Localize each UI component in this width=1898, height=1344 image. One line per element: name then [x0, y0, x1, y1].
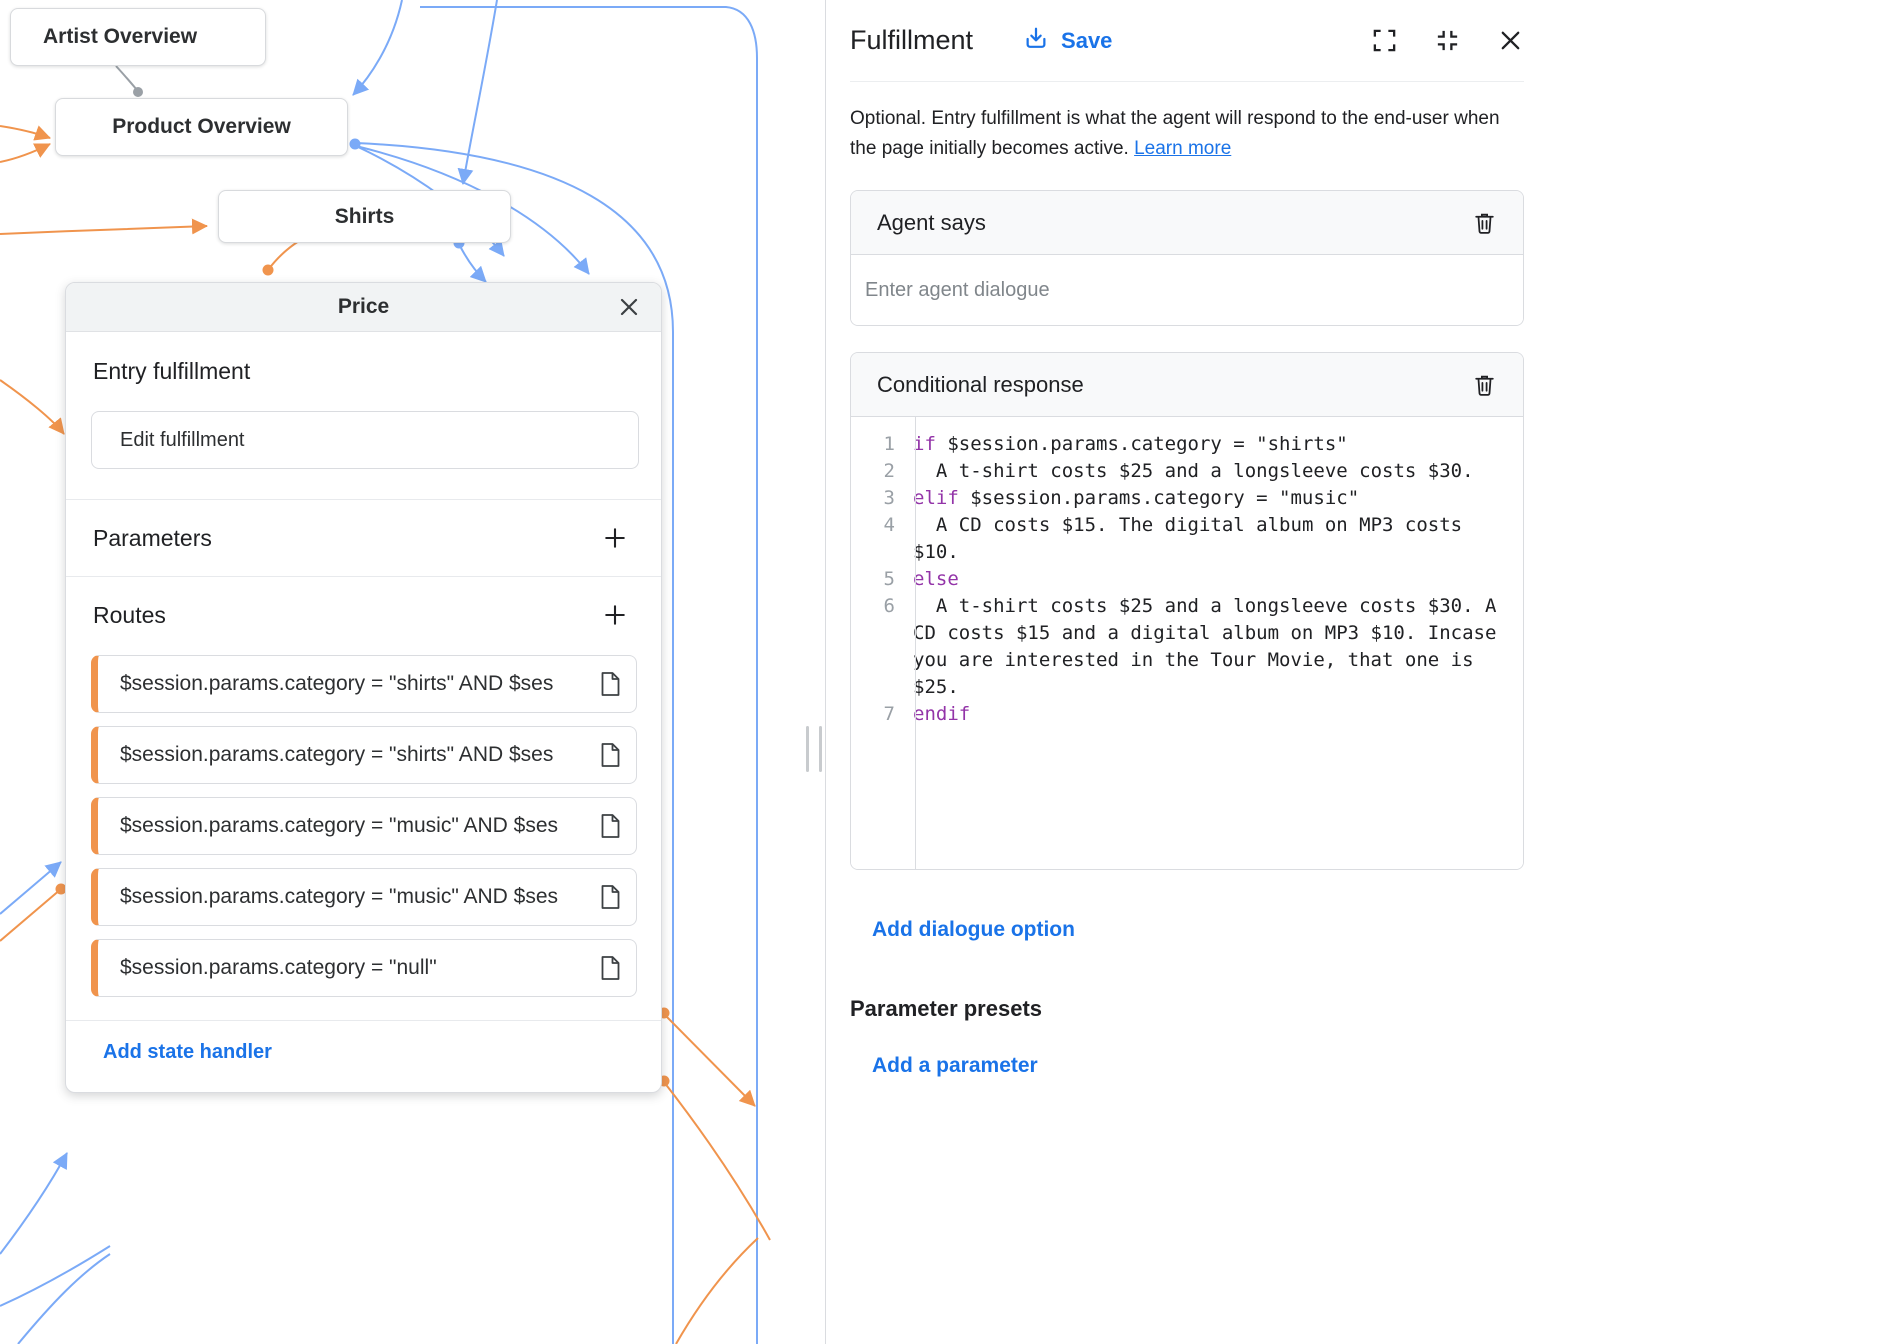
code-line: 3elif $session.params.category = "music": [851, 485, 1523, 512]
add-parameter-plus-icon[interactable]: [601, 524, 629, 552]
code-text: A CD costs $15. The digital album on MP3…: [905, 512, 1523, 566]
route-condition-text: $session.params.category = "shirts" AND …: [120, 743, 589, 767]
add-a-parameter-link[interactable]: Add a parameter: [872, 1054, 1038, 1078]
panel-title: Fulfillment: [850, 25, 973, 56]
document-icon[interactable]: [599, 742, 622, 768]
price-card-title: Price: [338, 295, 389, 319]
close-icon[interactable]: [617, 295, 641, 319]
entry-fulfillment-heading: Entry fulfillment: [93, 358, 661, 385]
close-panel-icon[interactable]: [1497, 27, 1524, 54]
line-number: 1: [851, 431, 905, 458]
document-icon[interactable]: [599, 884, 622, 910]
route-condition-text: $session.params.category = "music" AND $…: [120, 885, 589, 909]
code-line: 6 A t-shirt costs $25 and a longsleeve c…: [851, 593, 1523, 701]
routes-heading: Routes: [93, 602, 166, 629]
line-number: 7: [851, 701, 905, 728]
code-line: 2 A t-shirt costs $25 and a longsleeve c…: [851, 458, 1523, 485]
code-text: endif: [905, 701, 1523, 728]
edit-fulfillment-button[interactable]: Edit fulfillment: [91, 411, 639, 469]
parameters-row: Parameters: [66, 500, 661, 576]
code-text: if $session.params.category = "shirts": [905, 431, 1523, 458]
agent-says-heading: Agent says: [877, 210, 986, 236]
code-line: 7 endif: [851, 701, 1523, 728]
line-number: 5: [851, 566, 905, 593]
node-label: Artist Overview: [43, 25, 197, 49]
route-item[interactable]: $session.params.category = "shirts" AND …: [91, 726, 637, 784]
add-dialogue-option-link[interactable]: Add dialogue option: [872, 918, 1075, 942]
learn-more-link[interactable]: Learn more: [1134, 138, 1231, 159]
conditional-response-header: Conditional response: [851, 353, 1523, 417]
line-number: 3: [851, 485, 905, 512]
fullscreen-icon[interactable]: [1371, 27, 1398, 54]
document-icon[interactable]: [599, 813, 622, 839]
agent-says-delete-icon[interactable]: [1472, 210, 1497, 235]
conditional-response-heading: Conditional response: [877, 372, 1084, 398]
line-number: 4: [851, 512, 905, 566]
agent-says-section: Agent says: [850, 190, 1524, 326]
price-page-card: Price Entry fulfillment Edit fulfillment…: [65, 282, 662, 1093]
panel-resize-handle[interactable]: [806, 726, 822, 772]
node-product-overview[interactable]: Product Overview: [55, 98, 348, 156]
document-icon[interactable]: [599, 955, 622, 981]
routes-row: Routes: [66, 577, 661, 653]
parameter-presets-heading: Parameter presets: [850, 996, 1524, 1022]
code-line: 5 else: [851, 566, 1523, 593]
code-keyword: else: [913, 568, 959, 590]
code-text: else: [905, 566, 1523, 593]
conditional-response-delete-icon[interactable]: [1472, 372, 1497, 397]
line-number: 2: [851, 458, 905, 485]
node-artist-overview[interactable]: Artist Overview: [10, 8, 266, 66]
node-label: Shirts: [335, 205, 395, 229]
panel-header: Fulfillment Save: [850, 0, 1524, 82]
save-button[interactable]: Save: [1023, 25, 1112, 57]
agent-dialogue-input[interactable]: [851, 255, 1523, 325]
route-condition-text: $session.params.category = "null": [120, 956, 589, 980]
add-route-plus-icon[interactable]: [601, 601, 629, 629]
line-number: 6: [851, 593, 905, 701]
save-label: Save: [1061, 28, 1112, 54]
parameters-heading: Parameters: [93, 525, 212, 552]
node-shirts[interactable]: Shirts: [218, 190, 511, 243]
price-card-header: Price: [66, 283, 661, 332]
code-text: elif $session.params.category = "music": [905, 485, 1523, 512]
conditional-response-section: Conditional response 1if $session.params…: [850, 352, 1524, 870]
route-item[interactable]: $session.params.category = "null": [91, 939, 637, 997]
route-item[interactable]: $session.params.category = "music" AND $…: [91, 868, 637, 926]
code-keyword: elif: [913, 487, 959, 509]
flow-canvas[interactable]: Artist Overview Product Overview Shirts …: [0, 0, 824, 1344]
code-text: A t-shirt costs $25 and a longsleeve cos…: [905, 593, 1523, 701]
code-keyword: endif: [913, 703, 970, 725]
agent-says-header: Agent says: [851, 191, 1523, 255]
route-condition-text: $session.params.category = "music" AND $…: [120, 814, 589, 838]
add-state-handler-link[interactable]: Add state handler: [103, 1041, 272, 1064]
code-line: 4 A CD costs $15. The digital album on M…: [851, 512, 1523, 566]
document-icon[interactable]: [599, 671, 622, 697]
code-keyword: if: [913, 433, 936, 455]
fulfillment-description: Optional. Entry fulfillment is what the …: [850, 104, 1524, 164]
code-text: A t-shirt costs $25 and a longsleeve cos…: [905, 458, 1523, 485]
exit-fullscreen-icon[interactable]: [1434, 27, 1461, 54]
conditional-response-editor[interactable]: 1if $session.params.category = "shirts"2…: [851, 417, 1523, 869]
save-icon: [1023, 25, 1049, 57]
route-item[interactable]: $session.params.category = "music" AND $…: [91, 797, 637, 855]
node-label: Product Overview: [112, 115, 291, 139]
code-line: 1if $session.params.category = "shirts": [851, 431, 1523, 458]
fulfillment-panel: Fulfillment Save Optional. Entry fulfill…: [825, 0, 1548, 1344]
divider: [66, 1020, 661, 1021]
route-item[interactable]: $session.params.category = "shirts" AND …: [91, 655, 637, 713]
route-condition-text: $session.params.category = "shirts" AND …: [120, 672, 589, 696]
routes-list: $session.params.category = "shirts" AND …: [66, 653, 661, 1020]
